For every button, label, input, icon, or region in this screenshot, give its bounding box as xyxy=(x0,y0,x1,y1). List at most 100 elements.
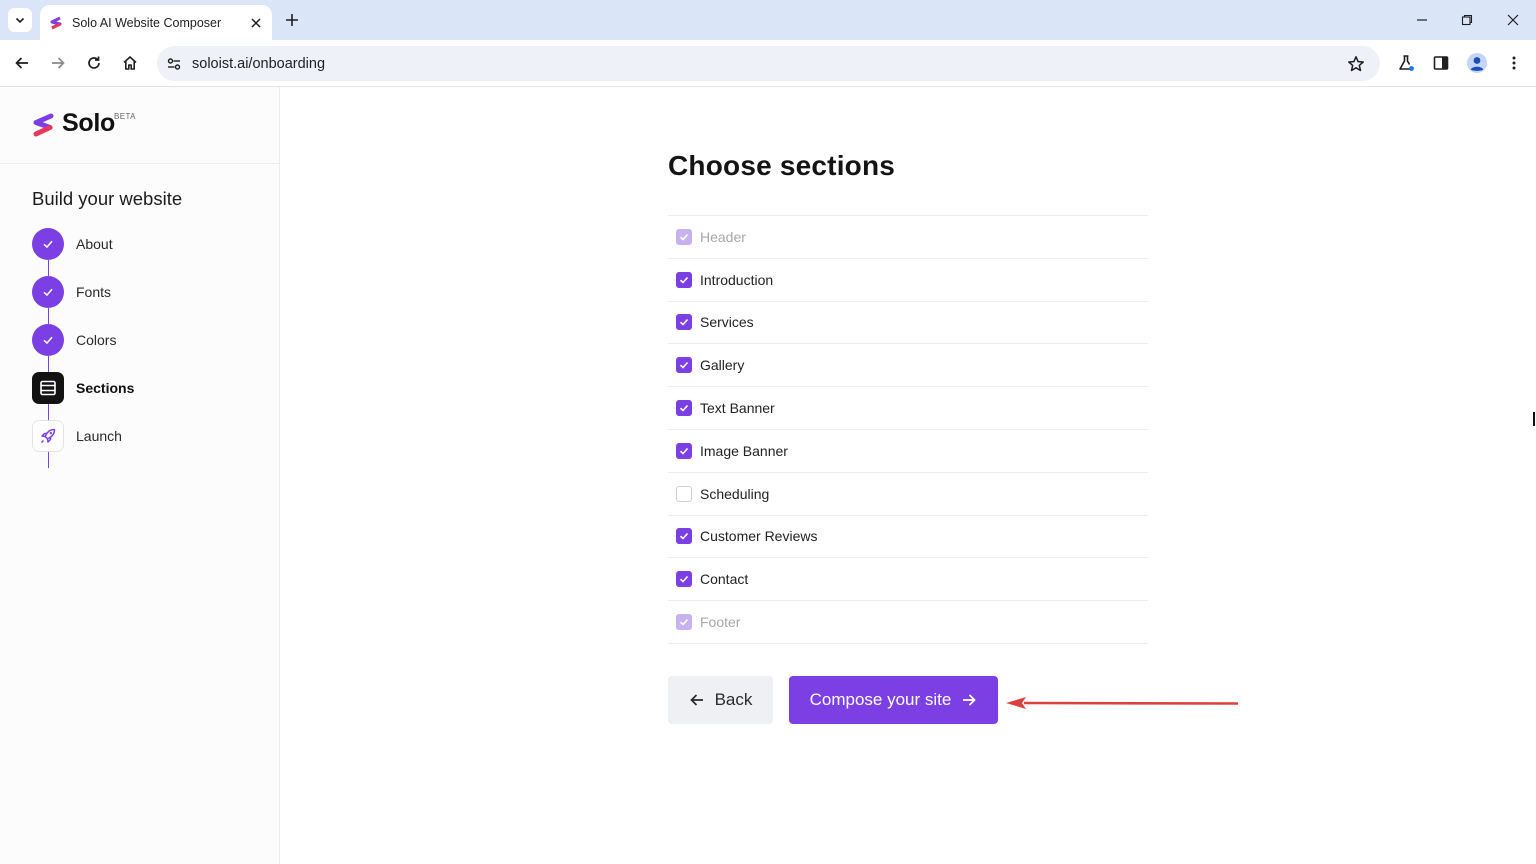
section-row-scheduling[interactable]: Scheduling xyxy=(668,473,1148,516)
home-icon xyxy=(123,56,137,70)
tab-search-button[interactable] xyxy=(8,8,32,32)
solo-logo-icon xyxy=(33,113,54,137)
onboarding-sidebar: Solo BETA Build your website About Fonts… xyxy=(0,87,280,864)
section-row-text-banner[interactable]: Text Banner xyxy=(668,387,1148,430)
address-bar[interactable]: soloist.ai/onboarding xyxy=(157,46,1380,81)
section-row-image-banner[interactable]: Image Banner xyxy=(668,430,1148,473)
checkmark-icon xyxy=(32,276,64,308)
section-row-customer-reviews[interactable]: Customer Reviews xyxy=(668,516,1148,559)
arrow-right-icon xyxy=(963,694,977,706)
checkmark-icon xyxy=(679,405,689,412)
new-tab-button[interactable] xyxy=(282,10,302,30)
section-row-header: Header xyxy=(668,216,1148,259)
section-label: Contact xyxy=(700,571,749,588)
section-row-services[interactable]: Services xyxy=(668,302,1148,345)
checkmark-icon xyxy=(32,324,64,356)
checkbox-header xyxy=(676,228,692,245)
checkbox-text-banner[interactable] xyxy=(676,400,692,417)
section-label: Introduction xyxy=(700,271,774,288)
section-label: Image Banner xyxy=(700,442,788,459)
section-label: Gallery xyxy=(700,357,745,374)
tab-close-icon[interactable] xyxy=(248,15,264,31)
tab-strip: Solo AI Website Composer xyxy=(0,0,1536,40)
compose-button-label: Compose your site xyxy=(809,690,952,709)
solo-favicon-icon xyxy=(50,16,62,29)
browser-toolbar: soloist.ai/onboarding xyxy=(0,40,1536,87)
checkbox-services[interactable] xyxy=(676,314,692,331)
step-connector xyxy=(47,260,49,276)
section-label: Customer Reviews xyxy=(700,528,818,545)
reload-button[interactable] xyxy=(82,51,106,75)
back-button[interactable]: Back xyxy=(668,676,773,724)
section-row-introduction[interactable]: Introduction xyxy=(668,259,1148,302)
more-vertical-icon xyxy=(1512,56,1516,70)
logo-area: Solo BETA xyxy=(0,87,279,164)
sidebar-heading: Build your website xyxy=(32,188,183,209)
step-colors[interactable]: Colors xyxy=(32,324,252,356)
labs-button[interactable] xyxy=(1394,51,1418,75)
close-window-button[interactable] xyxy=(1499,8,1527,32)
checkmark-icon xyxy=(679,619,689,626)
section-label: Footer xyxy=(700,614,741,631)
browser-menu-button[interactable] xyxy=(1502,51,1526,75)
checkbox-scheduling[interactable] xyxy=(676,485,692,502)
rocket-icon xyxy=(32,420,64,452)
step-about[interactable]: About xyxy=(32,228,252,260)
checkmark-icon xyxy=(679,576,689,583)
browser-tab-active[interactable]: Solo AI Website Composer xyxy=(40,5,272,40)
compose-site-button[interactable]: Compose your site xyxy=(789,676,998,724)
step-sections[interactable]: Sections xyxy=(32,372,252,404)
annotation-arrow-icon xyxy=(1006,697,1239,709)
arrow-right-icon xyxy=(52,57,65,69)
site-settings-icon[interactable] xyxy=(164,54,184,74)
page-title: Choose sections xyxy=(668,150,896,181)
beta-badge: BETA xyxy=(114,112,136,121)
bookmark-star-icon[interactable] xyxy=(1344,52,1368,76)
arrow-left-icon xyxy=(15,57,28,69)
step-connector xyxy=(47,404,49,420)
side-panel-button[interactable] xyxy=(1429,51,1453,75)
checkbox-customer-reviews[interactable] xyxy=(676,528,692,545)
checkmark-icon xyxy=(679,447,689,455)
restore-button[interactable] xyxy=(1453,8,1481,32)
home-button[interactable] xyxy=(118,51,142,75)
plus-icon xyxy=(286,14,298,26)
text-cursor-icon xyxy=(1533,412,1535,426)
section-label: Scheduling xyxy=(700,485,770,502)
section-label: Text Banner xyxy=(700,400,775,417)
checkbox-gallery[interactable] xyxy=(676,357,692,374)
section-label: Header xyxy=(700,228,746,245)
step-fonts[interactable]: Fonts xyxy=(32,276,252,308)
checkbox-footer xyxy=(676,614,692,631)
logo-wordmark: Solo xyxy=(62,109,115,137)
checkbox-contact[interactable] xyxy=(676,571,692,588)
back-button-label: Back xyxy=(714,690,753,709)
flask-icon xyxy=(1399,55,1414,71)
profile-button[interactable] xyxy=(1465,51,1489,75)
step-launch[interactable]: Launch xyxy=(32,420,252,452)
close-icon xyxy=(1507,14,1519,26)
minimize-button[interactable] xyxy=(1408,8,1436,32)
back-nav-button[interactable] xyxy=(10,51,34,75)
step-label: Sections xyxy=(76,380,135,396)
address-url: soloist.ai/onboarding xyxy=(192,55,326,72)
step-label: Colors xyxy=(76,332,117,348)
checkmark-icon xyxy=(679,319,689,327)
section-row-footer: Footer xyxy=(668,601,1148,644)
checkmark-icon xyxy=(679,533,689,541)
section-row-contact[interactable]: Contact xyxy=(668,558,1148,602)
step-label: Launch xyxy=(76,428,122,444)
forward-nav-button[interactable] xyxy=(46,51,70,75)
tab-title: Solo AI Website Composer xyxy=(72,15,222,30)
section-checklist: Header Introduction Services Gallery Tex… xyxy=(668,215,1148,644)
checkmark-icon xyxy=(679,233,689,241)
checkmark-icon xyxy=(32,228,64,260)
side-panel-icon xyxy=(1433,56,1449,70)
checkbox-introduction[interactable] xyxy=(676,271,692,288)
checkmark-icon xyxy=(679,276,689,284)
checkbox-image-banner[interactable] xyxy=(676,442,692,459)
section-row-gallery[interactable]: Gallery xyxy=(668,344,1148,388)
layout-sections-icon xyxy=(32,372,64,404)
step-label: Fonts xyxy=(76,284,112,300)
chevron-down-icon xyxy=(15,17,25,24)
